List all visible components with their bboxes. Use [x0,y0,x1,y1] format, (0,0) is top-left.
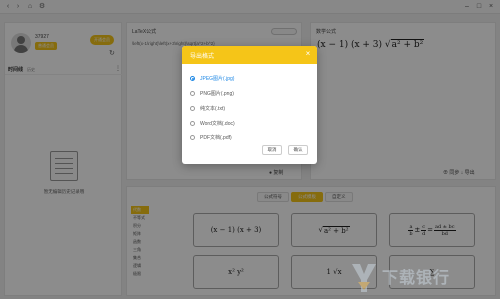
option-pdf[interactable]: PDF文档(.pdf) [190,133,300,142]
option-txt[interactable]: 纯文本(.txt) [190,104,300,113]
radio-checked-icon[interactable] [190,76,195,81]
confirm-button[interactable]: 确认 [288,145,308,155]
option-label: 纯文本(.txt) [200,106,225,112]
option-label: PDF文档(.pdf) [200,135,232,141]
close-icon[interactable]: × [303,49,313,59]
export-format-dialog: 导出格式 × JPEG图片(.jpg) PNG图片(.png) 纯文本(.txt… [182,46,317,164]
radio-icon[interactable] [190,135,195,140]
dialog-title: 导出格式 [190,54,215,60]
dialog-header: 导出格式 × [182,46,317,64]
radio-icon[interactable] [190,121,195,126]
watermark: 下载银行 [346,258,496,298]
radio-icon[interactable] [190,91,195,96]
option-jpeg[interactable]: JPEG图片(.jpg) [190,74,300,83]
radio-icon[interactable] [190,106,195,111]
watermark-text: 下载银行 [382,270,451,287]
option-label: PNG图片(.png) [200,91,234,97]
watermark-logo-icon [352,264,376,292]
option-doc[interactable]: Word文档(.doc) [190,119,300,128]
cancel-button[interactable]: 取消 [262,145,282,155]
option-label: JPEG图片(.jpg) [200,76,235,82]
option-label: Word文档(.doc) [200,121,235,127]
option-png[interactable]: PNG图片(.png) [190,89,300,98]
